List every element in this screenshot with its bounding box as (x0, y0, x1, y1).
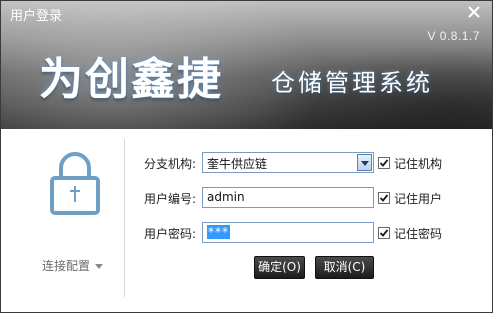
user-id-label: 用户编号: (144, 192, 197, 206)
cancel-button[interactable]: 取消(C) (315, 256, 374, 279)
window-title: 用户登录 (10, 9, 63, 24)
connection-config-label: 连接配置 (42, 259, 91, 273)
brand-name: 为创鑫捷 (39, 54, 223, 105)
branch-select-value: 奎牛供应链 (207, 157, 268, 171)
branch-label: 分支机构: (144, 157, 197, 171)
remember-branch-checkbox[interactable] (378, 157, 390, 169)
remember-password-label: 记住密码 (394, 227, 443, 241)
password-label: 用户密码: (144, 227, 197, 241)
ok-button[interactable]: 确定(O) (254, 256, 305, 279)
brand-subtitle: 仓储管理系统 (271, 69, 433, 97)
branch-select[interactable]: 奎牛供应链 (202, 152, 374, 173)
login-window: 用户登录 V 0.8.1.7 为创鑫捷 仓储管理系统 连接配置 分支机构: 奎牛… (0, 0, 493, 313)
password-value: *** (207, 225, 230, 239)
remember-branch-label: 记住机构 (394, 157, 443, 171)
user-id-value: admin (207, 190, 245, 204)
remember-user-label: 记住用户 (394, 192, 443, 206)
checkmark-icon (379, 194, 389, 202)
header-banner: 用户登录 V 0.8.1.7 为创鑫捷 仓储管理系统 (1, 1, 492, 129)
dropdown-arrow-icon[interactable] (357, 154, 372, 171)
checkmark-icon (379, 159, 389, 167)
panel-divider (124, 139, 125, 297)
password-input[interactable]: *** (202, 222, 374, 243)
checkmark-icon (379, 229, 389, 237)
user-id-input[interactable]: admin (202, 187, 374, 208)
caret-down-icon (95, 264, 104, 269)
close-icon (468, 6, 480, 18)
remember-password-checkbox[interactable] (378, 227, 390, 239)
version-label: V 0.8.1.7 (427, 29, 480, 43)
lock-icon (50, 152, 100, 215)
connection-config-button[interactable]: 连接配置 (42, 257, 104, 274)
close-button[interactable] (465, 3, 483, 21)
remember-user-checkbox[interactable] (378, 192, 390, 204)
